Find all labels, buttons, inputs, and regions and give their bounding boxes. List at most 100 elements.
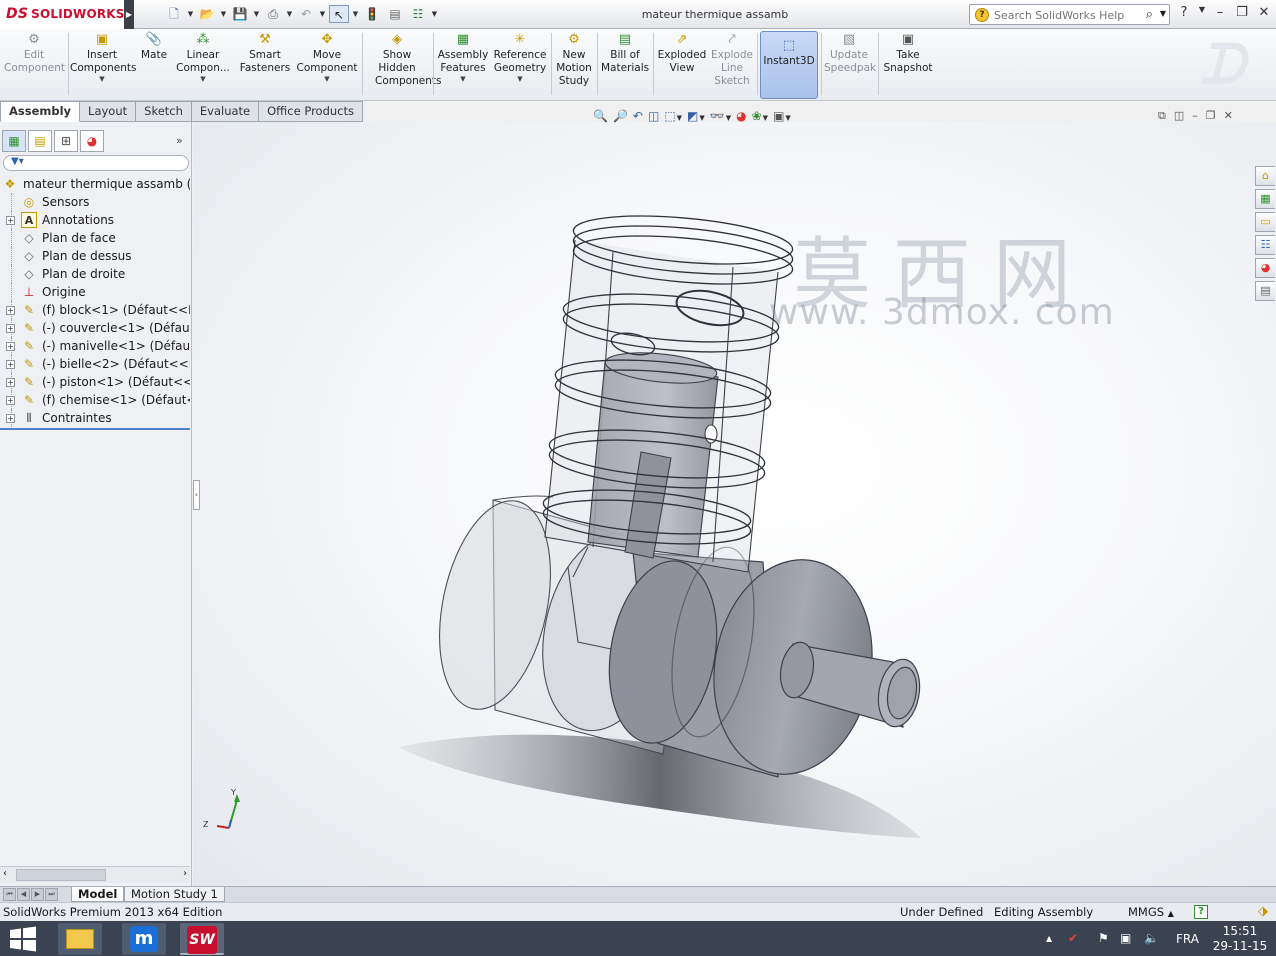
chevron-down-icon[interactable]: ▼: [352, 5, 359, 25]
show-hidden-components-button[interactable]: ◈ Show Hidden Components: [364, 32, 441, 88]
insert-components-button[interactable]: ▣ Insert Components ▼: [70, 32, 136, 84]
minimize-icon[interactable]: –: [1212, 5, 1228, 20]
tree-item-plan-de-face[interactable]: ◇ Plan de face: [0, 229, 190, 247]
menu-expand-icon[interactable]: ▶: [124, 0, 134, 29]
viewport-restore-icon[interactable]: ❐: [1206, 109, 1216, 123]
chevron-down-icon[interactable]: ▼: [319, 5, 326, 25]
mate-button[interactable]: 📎 Mate: [137, 32, 171, 62]
viewport-close-icon[interactable]: ✕: [1224, 109, 1233, 123]
expand-icon[interactable]: +: [6, 414, 15, 423]
volume-icon[interactable]: 🔈: [1144, 931, 1159, 945]
bill-of-materials-button[interactable]: ▤ Bill of Materials: [600, 32, 650, 75]
help-search-box[interactable]: ? ⌕ ▼: [969, 4, 1170, 25]
undo-icon[interactable]: ↶: [296, 5, 316, 23]
new-motion-study-button[interactable]: ⚙ New Motion Study: [554, 32, 594, 88]
tree-item-contraintes[interactable]: + ⫴ Contraintes: [0, 409, 190, 427]
tab-evaluate[interactable]: Evaluate: [191, 101, 260, 122]
assembly-model-view[interactable]: [193, 122, 1276, 886]
units-selector[interactable]: MMGS ▲: [1128, 903, 1174, 923]
expand-icon[interactable]: +: [6, 216, 15, 225]
search-input[interactable]: [994, 7, 1134, 23]
tab-assembly[interactable]: Assembly: [0, 101, 81, 122]
chevron-down-icon[interactable]: ▼: [70, 75, 134, 84]
displaymanager-icon[interactable]: ◕: [80, 130, 104, 152]
scroll-right-icon[interactable]: ›: [183, 868, 187, 879]
update-speedpak-button[interactable]: ▧ Update Speedpak: [823, 32, 876, 75]
view-palette-icon[interactable]: ☷: [1255, 235, 1275, 255]
featuremanager-icon[interactable]: ▦: [2, 130, 26, 152]
next-tab-icon[interactable]: ▶: [31, 888, 44, 901]
tree-item-block[interactable]: + ✎ (f) block<1> (Défaut<<Défaut>_Displa…: [0, 301, 190, 319]
help-icon[interactable]: ?: [1176, 5, 1192, 20]
chevron-down-icon[interactable]: ▼: [763, 114, 768, 122]
chevron-down-icon[interactable]: ▼: [187, 5, 194, 25]
chevron-down-icon[interactable]: ▼: [220, 5, 227, 25]
tree-item-piston[interactable]: + ✎ (-) piston<1> (Défaut<<Défaut>_Displ…: [0, 373, 190, 391]
rebuild-icon[interactable]: 🚦: [362, 5, 382, 23]
zoom-to-fit-icon[interactable]: 🔍: [592, 106, 609, 126]
tab-layout[interactable]: Layout: [80, 101, 137, 122]
chevron-down-icon[interactable]: ▼: [677, 114, 682, 122]
apply-scene-icon[interactable]: ❀▼: [751, 106, 769, 126]
expand-icon[interactable]: +: [6, 396, 15, 405]
section-view-icon[interactable]: ◫: [647, 106, 660, 126]
print-icon[interactable]: ⎙: [263, 5, 283, 23]
hide-show-icon[interactable]: 👓▼: [709, 106, 732, 126]
viewport-minimize-icon[interactable]: –: [1192, 109, 1198, 123]
tree-filter[interactable]: ▼▾: [3, 155, 189, 171]
rollback-bar[interactable]: [0, 428, 190, 430]
open-icon[interactable]: 📂: [197, 5, 217, 23]
view-orientation-icon[interactable]: ⬚▼: [663, 106, 683, 126]
file-explorer-icon[interactable]: [58, 923, 102, 955]
viewport-tile-icon[interactable]: ⧉: [1158, 109, 1166, 123]
tree-item-bielle[interactable]: + ✎ (-) bielle<2> (Défaut<<Défaut>_Displ…: [0, 355, 190, 373]
zoom-area-icon[interactable]: 🔎: [612, 106, 629, 126]
explode-line-sketch-button[interactable]: ⤤ Explode Line Sketch: [710, 32, 754, 88]
options-icon[interactable]: ☷: [408, 5, 428, 23]
tree-item-plan-de-dessus[interactable]: ◇ Plan de dessus: [0, 247, 190, 265]
tray-expand-icon[interactable]: ▲: [1046, 934, 1052, 943]
expand-icon[interactable]: +: [6, 360, 15, 369]
file-explorer-icon[interactable]: ▭: [1255, 212, 1275, 232]
solidworks-app-icon[interactable]: SW: [180, 923, 224, 955]
chevron-down-icon[interactable]: ▼: [431, 5, 438, 25]
chevron-down-icon[interactable]: ▼: [296, 75, 358, 84]
chevron-down-icon[interactable]: ▼: [1198, 5, 1206, 20]
tree-item-annotations[interactable]: + A Annotations: [0, 211, 190, 229]
instant3d-button[interactable]: ⬚ Instant3D: [760, 31, 818, 99]
assembly-features-button[interactable]: ▦ Assembly Features ▼: [436, 32, 490, 84]
design-library-icon[interactable]: ▦: [1255, 189, 1275, 209]
network-icon[interactable]: ▣: [1120, 931, 1131, 945]
prev-tab-icon[interactable]: ◀: [17, 888, 30, 901]
custom-properties-icon[interactable]: ▤: [1255, 281, 1275, 301]
expand-icon[interactable]: +: [6, 342, 15, 351]
chevron-down-icon[interactable]: ▼: [253, 5, 260, 25]
chevron-down-icon[interactable]: ▼: [726, 114, 731, 122]
scroll-thumb[interactable]: [16, 869, 106, 881]
maxthon-icon[interactable]: m: [122, 923, 166, 955]
last-tab-icon[interactable]: ⏭: [45, 888, 58, 901]
tab-office-products[interactable]: Office Products: [259, 101, 364, 122]
action-center-icon[interactable]: ⚑: [1098, 931, 1109, 945]
more-tabs-icon[interactable]: »: [176, 134, 183, 147]
panel-collapse-handle[interactable]: ‹: [193, 480, 200, 510]
view-settings-icon[interactable]: ▣▼: [772, 106, 792, 126]
edit-component-button[interactable]: ⚙ Edit Component: [4, 32, 65, 75]
chevron-down-icon[interactable]: ▼: [174, 75, 232, 84]
restore-icon[interactable]: ❐: [1234, 5, 1250, 20]
expand-icon[interactable]: +: [6, 324, 15, 333]
propertymanager-icon[interactable]: ▤: [28, 130, 52, 152]
tree-root[interactable]: ❖ mateur thermique assamb (Défaut<Displa…: [0, 175, 190, 193]
tree-item-sensors[interactable]: ◎ Sensors: [0, 193, 190, 211]
antivirus-icon[interactable]: ✔: [1068, 931, 1078, 945]
tree-item-couvercle[interactable]: + ✎ (-) couvercle<1> (Défaut<<Défaut>_Di…: [0, 319, 190, 337]
linear-pattern-button[interactable]: ⁂ Linear Compon... ▼: [174, 32, 232, 84]
tree-item-origine[interactable]: ⊥ Origine: [0, 283, 190, 301]
edit-appearance-icon[interactable]: ◕: [735, 106, 747, 126]
chevron-down-icon[interactable]: ▼: [286, 5, 293, 25]
take-snapshot-button[interactable]: ▣ Take Snapshot: [881, 32, 935, 75]
expand-icon[interactable]: +: [6, 378, 15, 387]
tab-sketch[interactable]: Sketch: [136, 101, 192, 122]
tree-item-manivelle[interactable]: + ✎ (-) manivelle<1> (Défaut<<Défaut>_Di…: [0, 337, 190, 355]
viewport-split-icon[interactable]: ◫: [1174, 109, 1184, 123]
